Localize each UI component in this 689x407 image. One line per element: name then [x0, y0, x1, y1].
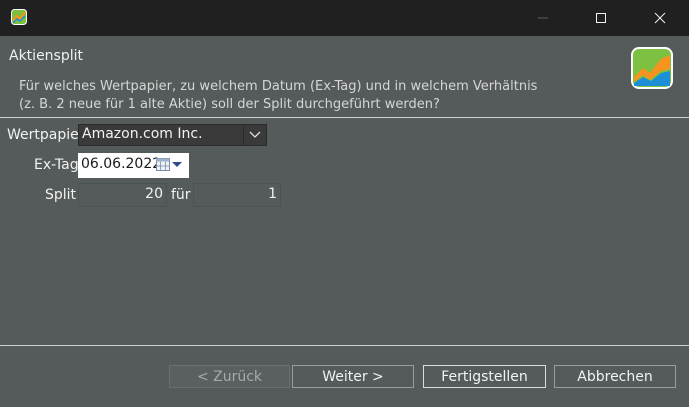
back-button[interactable]: < Zurück [169, 365, 290, 388]
maximize-button[interactable] [578, 0, 624, 36]
split-old-value: 1 [268, 186, 277, 202]
close-button[interactable] [637, 0, 683, 36]
finish-button[interactable]: Fertigstellen [423, 365, 546, 388]
split-new-input[interactable]: 20 [78, 183, 167, 207]
next-button[interactable]: Weiter > [292, 365, 414, 388]
dialog-content: Aktiensplit Für welches Wertpapier, zu w… [0, 36, 689, 407]
footer-separator [0, 345, 689, 346]
exdate-dropdown-icon[interactable] [172, 162, 182, 167]
close-icon [654, 12, 666, 24]
split-old-input[interactable]: 1 [193, 183, 281, 207]
split-label: Split [45, 187, 77, 203]
exdate-label: Ex-Tag [34, 157, 79, 173]
maximize-icon [596, 13, 606, 23]
page-title: Aktiensplit [9, 48, 83, 64]
minimize-button[interactable] [520, 0, 566, 36]
security-combobox[interactable]: Amazon.com Inc. [78, 124, 267, 146]
chevron-down-icon [249, 131, 261, 138]
title-bar[interactable] [0, 0, 689, 36]
dialog-window: Aktiensplit Für welches Wertpapier, zu w… [0, 0, 689, 407]
exdate-value: 06.06.2022 [81, 156, 162, 172]
description-line-1: Für welches Wertpapier, zu welchem Datum… [19, 79, 538, 94]
exdate-picker[interactable]: 06.06.2022 [78, 153, 189, 178]
calendar-icon[interactable] [156, 158, 170, 171]
split-new-value: 20 [145, 186, 163, 202]
split-for-label: für [171, 187, 191, 203]
security-label: Wertpapier [7, 127, 85, 143]
security-value: Amazon.com Inc. [82, 126, 203, 142]
security-dropdown-button[interactable] [243, 125, 266, 145]
page-description: Für welches Wertpapier, zu welchem Datum… [19, 78, 537, 114]
minimize-icon [538, 17, 548, 19]
app-logo-icon [11, 9, 27, 25]
app-logo-icon [631, 47, 673, 89]
cancel-button[interactable]: Abbrechen [554, 365, 676, 388]
description-line-2: (z. B. 2 neue für 1 alte Aktie) soll der… [19, 97, 440, 112]
header-separator [0, 117, 689, 118]
